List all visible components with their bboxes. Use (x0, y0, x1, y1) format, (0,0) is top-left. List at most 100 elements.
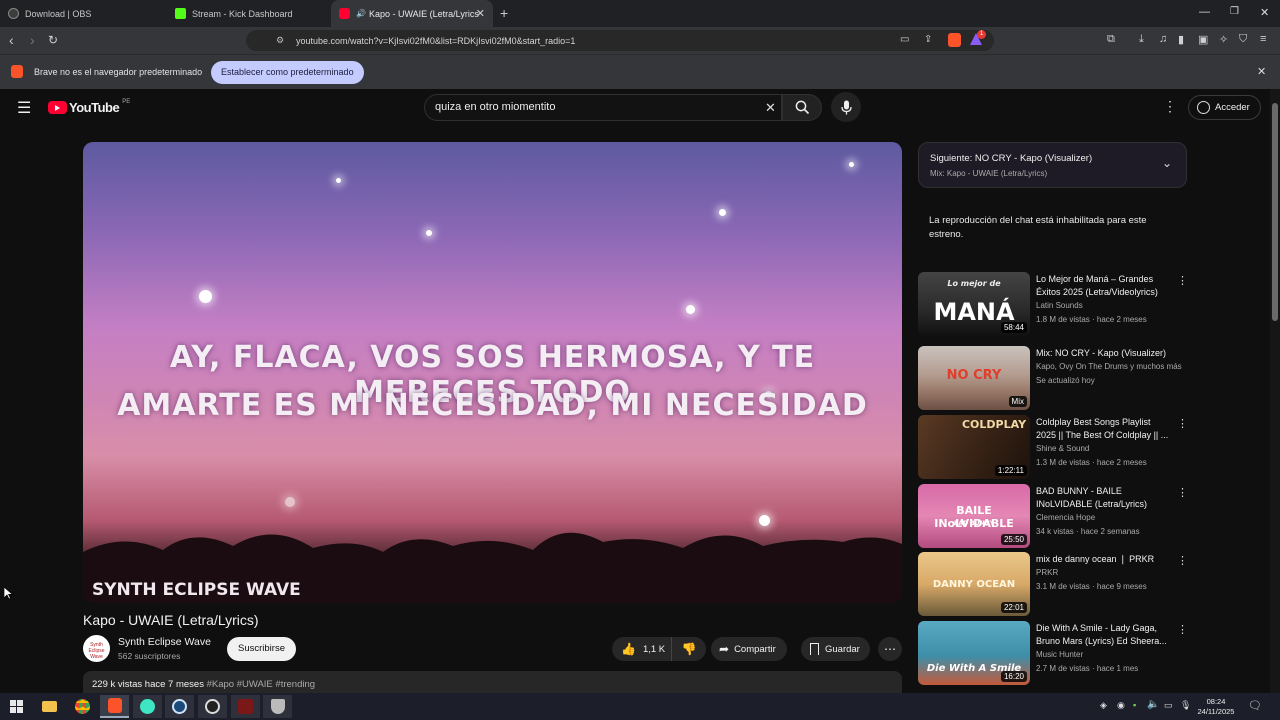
save-button[interactable]: Guardar (801, 637, 870, 661)
cast-icon[interactable]: ▭ (900, 34, 909, 45)
dislike-button[interactable]: 👎 (672, 637, 706, 661)
site-info-icon[interactable]: ⚙ (276, 35, 284, 46)
brave-button[interactable] (100, 695, 129, 718)
brave-shields-icon[interactable] (948, 33, 961, 47)
forward-icon[interactable]: › (30, 32, 35, 48)
tray-network-icon[interactable]: ▭ (1164, 700, 1173, 711)
tab-title: Kapo - UWAIE (Letra/Lyrics) - (368, 8, 479, 19)
rec-menu-icon[interactable]: ⋮ (1177, 486, 1188, 499)
video-player[interactable]: AY, FLACA, VOS SOS HERMOSA, Y TE MERECES… (83, 142, 902, 603)
share-button[interactable]: ➦ Compartir (711, 637, 787, 661)
url-text: youtube.com/watch?v=KjIsvi02fM0&list=RDK… (296, 35, 576, 46)
rec-channel: Clemencia Hope (1036, 513, 1096, 522)
new-tab-icon[interactable]: + (500, 5, 508, 21)
bokeh-light (719, 209, 726, 216)
media-icon[interactable]: ♫ (1159, 33, 1167, 45)
sign-in-button[interactable]: Acceder (1188, 95, 1261, 120)
channel-name[interactable]: Synth Eclipse Wave (118, 636, 211, 648)
up-next-panel[interactable]: Siguiente: NO CRY - Kapo (Visualizer) Mi… (918, 142, 1187, 188)
duration-badge: 1:22:11 (994, 465, 1027, 476)
thumbnail-text: COLDPLAY (961, 418, 1027, 431)
recommendation-item[interactable]: BAILE INoLVIDABLE BAD BUNNY 25:50 BAD BU… (918, 484, 1188, 548)
hamburger-menu-icon[interactable]: ☰ (17, 98, 31, 118)
clock-time: 08:24 (1206, 697, 1226, 706)
notification-center-icon[interactable]: 🗨 (1248, 699, 1262, 712)
tab-kick[interactable]: Stream - Kick Dashboard (167, 0, 329, 27)
rec-channel: Shine & Sound (1036, 444, 1090, 453)
obs-button[interactable] (198, 695, 227, 718)
recommendation-item[interactable]: Lo mejor de MANÁ 58:44 Lo Mejor de Maná … (918, 272, 1188, 336)
download-icon[interactable]: ⤓ (1139, 33, 1144, 46)
rec-menu-icon[interactable]: ⋮ (1177, 623, 1188, 636)
account-icon (1197, 101, 1210, 114)
reload-icon[interactable]: ↻ (48, 33, 58, 47)
recommendation-item[interactable]: NO CRY Mix Mix: NO CRY - Kapo (Visualize… (918, 346, 1188, 410)
browser-tab-strip: Download | OBS Stream - Kick Dashboard 🔊… (0, 0, 1280, 27)
close-window-icon[interactable]: ✕ (1260, 6, 1269, 19)
clear-search-icon[interactable]: ✕ (765, 95, 776, 120)
set-default-button[interactable]: Establecer como predeterminado (211, 61, 364, 84)
recommendation-item[interactable]: Die With A Smile 16:20 Die With A Smile … (918, 621, 1188, 685)
minimize-icon[interactable]: — (1199, 6, 1210, 18)
like-button[interactable]: 👍 1,1 K (612, 637, 672, 661)
tray-speaker-icon[interactable]: 🔈 (1147, 699, 1159, 710)
obs-icon (8, 8, 19, 19)
search-button[interactable] (782, 94, 822, 121)
video-thumbnail[interactable]: COLDPLAY 1:22:11 (918, 415, 1030, 479)
rec-menu-icon[interactable]: ⋮ (1177, 554, 1188, 567)
channel-avatar[interactable]: Synth Eclipse Wave (83, 635, 110, 662)
sidebar-icon[interactable]: ▮ (1178, 33, 1184, 46)
search-input[interactable]: quiza en otro miomentito ✕ (424, 94, 782, 121)
tray-mic-icon[interactable]: 🎙 (1180, 700, 1191, 711)
chrome-button[interactable] (68, 695, 97, 718)
like-dislike-group: 👍 1,1 K 👎 (612, 637, 706, 661)
address-bar[interactable]: ⚙ youtube.com/watch?v=KjIsvi02fM0&list=R… (246, 30, 994, 51)
mix-badge: Mix (1008, 396, 1027, 407)
hashtags[interactable]: #Kapo #UWAIE #trending (207, 679, 315, 690)
tab-youtube[interactable]: 🔊 Kapo - UWAIE (Letra/Lyrics) - ✕ (331, 0, 493, 27)
duration-badge: 58:44 (1000, 322, 1027, 333)
tray-nvidia-icon[interactable]: ▪ (1133, 700, 1136, 710)
rec-menu-icon[interactable]: ⋮ (1177, 417, 1188, 430)
rec-menu-icon[interactable]: ⋮ (1177, 274, 1188, 287)
app-red-button[interactable] (231, 695, 260, 718)
sign-in-label: Acceder (1215, 102, 1250, 113)
tab-obs[interactable]: Download | OBS (0, 0, 165, 27)
taskbar-clock[interactable]: 08:24 24/11/2025 (1194, 697, 1238, 717)
file-explorer-button[interactable] (35, 695, 64, 718)
share-page-icon[interactable]: ⇪ (924, 34, 932, 45)
rewards-badge: 1 (977, 30, 986, 39)
close-infobar-icon[interactable]: ✕ (1257, 65, 1266, 78)
app-shield-button[interactable] (263, 695, 292, 718)
vpn-icon[interactable]: ⛉ (1239, 33, 1247, 46)
settings-kebab-icon[interactable]: ⋮ (1163, 98, 1177, 115)
bokeh-light (686, 305, 695, 314)
video-thumbnail[interactable]: DANNY OCEAN 22:01 (918, 552, 1030, 616)
app-button[interactable] (133, 695, 162, 718)
restore-icon[interactable]: ❐ (1230, 6, 1239, 17)
more-actions-button[interactable]: ⋯ (878, 637, 902, 661)
video-thumbnail[interactable]: BAILE INoLVIDABLE BAD BUNNY 25:50 (918, 484, 1030, 548)
youtube-logo[interactable]: YouTube PE (48, 99, 130, 115)
subscribe-button[interactable]: Suscribirse (227, 637, 296, 661)
rec-title: mix de danny ocean ❘ PRKR (1036, 554, 1155, 564)
tray-obs-icon[interactable]: ◉ (1117, 700, 1125, 711)
wallet-icon[interactable]: ▣ (1198, 33, 1208, 46)
chevron-down-icon[interactable]: ⌄ (1162, 156, 1172, 170)
steam-button[interactable] (165, 695, 194, 718)
start-button[interactable] (2, 695, 31, 718)
close-tab-icon[interactable]: ✕ (476, 7, 485, 20)
leo-ai-icon[interactable]: ✧ (1219, 33, 1228, 46)
recommendation-item[interactable]: DANNY OCEAN 22:01 mix de danny ocean ❘ P… (918, 552, 1188, 616)
video-thumbnail[interactable]: Die With A Smile 16:20 (918, 621, 1030, 685)
rec-channel: PRKR (1036, 568, 1059, 577)
video-thumbnail[interactable]: NO CRY Mix (918, 346, 1030, 410)
video-thumbnail[interactable]: Lo mejor de MANÁ 58:44 (918, 272, 1030, 336)
tray-steam-icon[interactable]: ◈ (1100, 700, 1107, 711)
voice-search-button[interactable] (831, 92, 861, 122)
sidebar-tabs-icon[interactable]: ⧉ (1107, 33, 1115, 46)
scrollbar-thumb[interactable] (1272, 103, 1278, 321)
menu-icon[interactable]: ≡ (1260, 33, 1266, 45)
back-icon[interactable]: ‹ (9, 32, 14, 48)
recommendation-item[interactable]: COLDPLAY 1:22:11 Coldplay Best Songs Pla… (918, 415, 1188, 479)
